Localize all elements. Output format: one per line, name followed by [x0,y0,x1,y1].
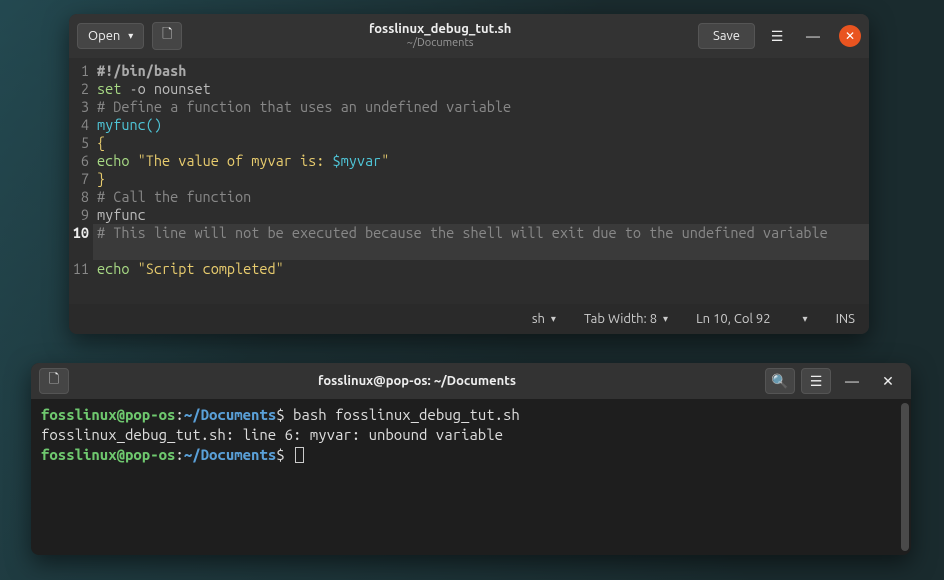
terminal-output: fosslinux_debug_tut.sh: line 6: myvar: u… [41,425,901,445]
status-cursor[interactable]: Ln 10, Col 92 ▾ [696,312,808,326]
terminal-command: bash fosslinux_debug_tut.sh [285,406,520,423]
close-icon: ✕ [882,373,894,390]
code-token: { [97,134,105,151]
editor-close-button[interactable]: ✕ [839,25,861,47]
terminal-window: 🗋 fosslinux@pop-os: ~/Documents 🔍 ☰ — ✕ … [31,363,911,555]
terminal-search-button[interactable]: 🔍 [765,368,795,394]
terminal-scrollbar[interactable] [901,403,909,551]
terminal-minimize-button[interactable]: — [837,368,867,394]
chevron-down-icon: ▾ [803,313,808,325]
chevron-down-icon: ▾ [663,313,668,325]
terminal-body[interactable]: fosslinux@pop-os:~/Documents$ bash fossl… [31,399,911,555]
chevron-down-icon: ▾ [128,30,133,42]
line-number: 7 [69,170,89,188]
editor-minimize-button[interactable]: — [799,22,827,50]
prompt-user: fosslinux@pop-os [41,406,175,423]
editor-window: Open ▾ 🗋 fosslinux_debug_tut.sh ~/Docume… [69,14,869,334]
minimize-icon: — [845,373,859,389]
terminal-line: fosslinux@pop-os:~/Documents$ bash fossl… [41,405,901,425]
status-tabwidth[interactable]: Tab Width: 8 ▾ [584,312,668,326]
line-number: 4 [69,116,89,134]
prompt-user: fosslinux@pop-os [41,446,175,463]
code-token: myfunc [97,206,146,223]
code-token: -o nounset [121,80,210,97]
filepath: ~/Documents [190,37,690,51]
status-tabwidth-label: Tab Width: 8 [584,312,657,326]
code-token: "The value of myvar is: [138,152,333,169]
code-token: set [97,80,121,97]
open-label: Open [88,29,120,43]
terminal-title: fosslinux@pop-os: ~/Documents [75,374,759,388]
save-button[interactable]: Save [698,23,755,49]
prompt-dir: ~/Documents [184,406,276,423]
terminal-close-button[interactable]: ✕ [873,368,903,394]
new-document-icon: 🗋 [162,25,172,47]
code-token: #!/bin/bash [97,62,186,79]
editor-body[interactable]: 1 2 3 4 5 6 7 8 9 10 11 #!/bin/bash set … [69,58,869,304]
code-token: } [97,170,105,187]
line-number-gutter: 1 2 3 4 5 6 7 8 9 10 11 [69,58,93,304]
line-number: 1 [69,62,89,80]
minimize-icon: — [806,28,820,44]
editor-statusbar: sh ▾ Tab Width: 8 ▾ Ln 10, Col 92 ▾ INS [69,304,869,334]
prompt-dir: ~/Documents [184,446,276,463]
code-token: # Define a function that uses an undefin… [97,98,511,115]
line-number-current: 10 [69,224,89,242]
filename: fosslinux_debug_tut.sh [190,21,690,37]
title-block: fosslinux_debug_tut.sh ~/Documents [190,21,690,51]
terminal-cursor [295,447,304,463]
code-token: myfunc() [97,116,162,133]
status-cursor-label: Ln 10, Col 92 [696,312,770,326]
status-language-label: sh [532,312,545,326]
code-token: " [381,152,389,169]
code-token: $myvar [333,152,382,169]
status-insert-mode[interactable]: INS [836,312,855,326]
code-token: echo [97,152,138,169]
editor-titlebar: Open ▾ 🗋 fosslinux_debug_tut.sh ~/Docume… [69,14,869,58]
terminal-new-tab-button[interactable]: 🗋 [39,368,69,394]
hamburger-icon: ☰ [810,373,823,390]
line-number: 6 [69,152,89,170]
code-token: "Script completed" [138,260,284,277]
code-token: # Call the function [97,188,251,205]
line-number: 2 [69,80,89,98]
code-token: echo [97,260,138,277]
terminal-line: fosslinux@pop-os:~/Documents$ [41,445,901,465]
code-token: # This line will not be executed because… [97,224,828,241]
new-tab-button[interactable]: 🗋 [152,22,182,50]
editor-menu-button[interactable]: ☰ [763,22,791,50]
search-icon: 🔍 [771,373,788,390]
close-icon: ✕ [845,29,855,43]
terminal-titlebar: 🗋 fosslinux@pop-os: ~/Documents 🔍 ☰ — ✕ [31,363,911,399]
code-area[interactable]: #!/bin/bash set -o nounset # Define a fu… [93,58,869,304]
hamburger-icon: ☰ [771,28,784,45]
terminal-menu-button[interactable]: ☰ [801,368,831,394]
status-language[interactable]: sh ▾ [532,312,556,326]
chevron-down-icon: ▾ [551,313,556,325]
line-number: 11 [69,260,89,278]
line-number: 8 [69,188,89,206]
line-number: 3 [69,98,89,116]
line-number: 9 [69,206,89,224]
line-number: 5 [69,134,89,152]
open-button[interactable]: Open ▾ [77,23,144,49]
new-tab-icon: 🗋 [49,370,59,392]
